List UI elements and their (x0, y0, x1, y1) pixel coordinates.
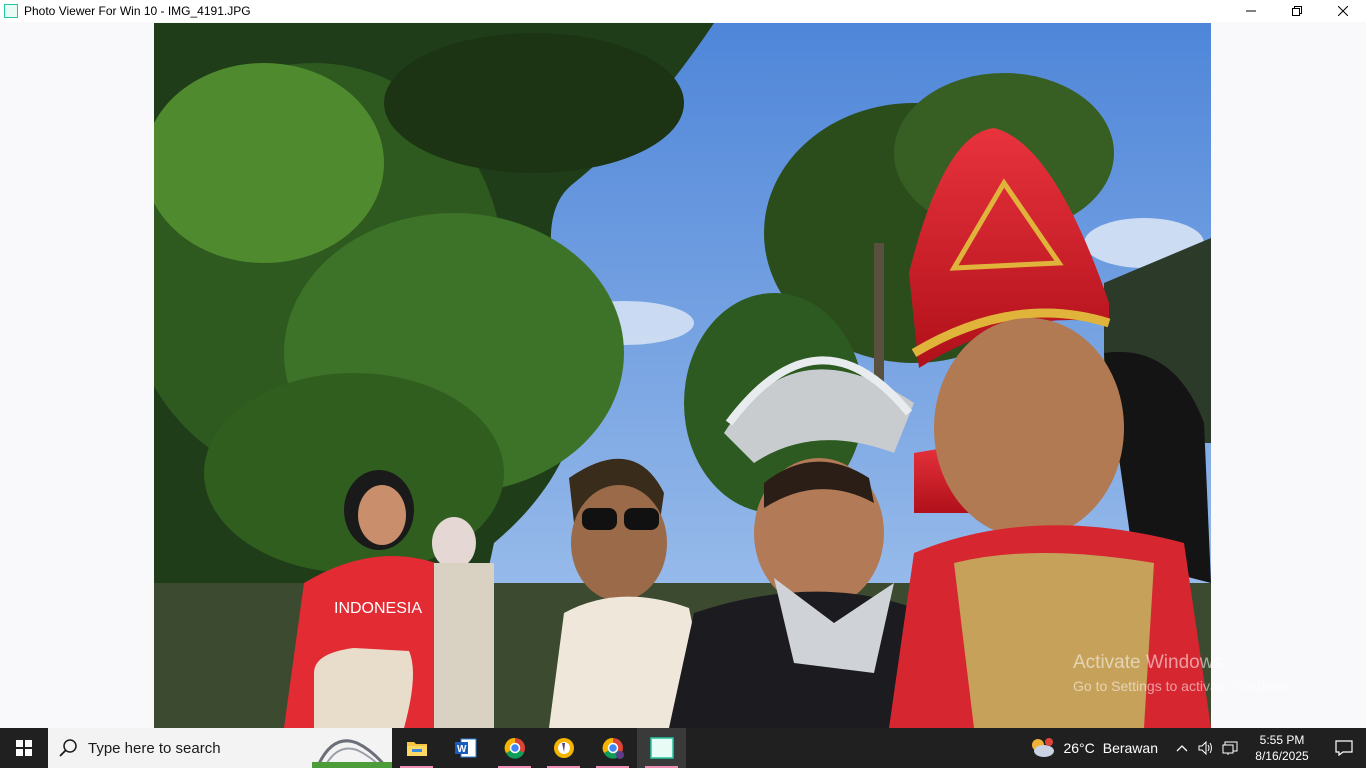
file-explorer-icon (406, 742, 427, 756)
photo-viewer-icon (649, 737, 674, 759)
windows-logo-icon (16, 740, 32, 756)
notification-icon (1335, 740, 1353, 756)
watermark-subtitle: Go to Settings to activate Windows. (1073, 678, 1294, 694)
search-icon (59, 739, 77, 757)
system-tray: 26°C Berawan 5:55 PM 8/16/2025 (1029, 728, 1366, 768)
taskbar-file-explorer[interactable] (392, 728, 441, 768)
title-bar: Photo Viewer For Win 10 - IMG_4191.JPG (0, 0, 1366, 22)
window-title: Photo Viewer For Win 10 - IMG_4191.JPG (24, 4, 251, 18)
volume-button[interactable] (1194, 728, 1218, 768)
chrome-profile2-icon (602, 737, 624, 759)
shirt-text: INDONESIA (334, 600, 422, 617)
svg-text:W: W (457, 744, 467, 755)
photo-viewer-app-icon (4, 4, 18, 18)
taskbar-chrome-profile[interactable] (539, 728, 588, 768)
network-icon (1222, 741, 1238, 755)
notification-center-button[interactable] (1322, 728, 1366, 768)
close-button[interactable] (1320, 0, 1366, 22)
speaker-icon (1198, 741, 1212, 755)
taskbar: Type here to search W 26°C Berawan 5:55 … (0, 728, 1366, 768)
weather-temp: 26°C (1063, 740, 1095, 756)
show-hidden-icons-button[interactable] (1170, 728, 1194, 768)
search-highlight-art-icon (312, 739, 392, 768)
minimize-icon (1246, 10, 1256, 12)
search-box[interactable]: Type here to search (48, 728, 392, 768)
weather-widget[interactable]: 26°C Berawan (1029, 737, 1158, 759)
close-icon (1338, 6, 1348, 16)
network-button[interactable] (1218, 728, 1242, 768)
weather-condition: Berawan (1102, 740, 1158, 756)
chrome-icon (504, 737, 525, 759)
chevron-up-icon (1176, 745, 1188, 752)
taskbar-chrome-profile-2[interactable] (588, 728, 637, 768)
clock-time: 5:55 PM (1259, 733, 1305, 747)
clock[interactable]: 5:55 PM 8/16/2025 (1242, 732, 1322, 764)
restore-button[interactable] (1274, 0, 1320, 22)
partly-cloudy-icon (1032, 738, 1055, 757)
restore-icon (1292, 6, 1302, 16)
minimize-button[interactable] (1228, 0, 1274, 22)
search-placeholder: Type here to search (88, 739, 221, 757)
photo[interactable]: INDONESIA (154, 23, 1211, 728)
taskbar-chrome[interactable] (490, 728, 539, 768)
activate-windows-watermark: Activate Windows Go to Settings to activ… (1073, 652, 1294, 694)
clock-date: 8/16/2025 (1255, 749, 1309, 763)
taskbar-word[interactable]: W (441, 728, 490, 768)
photo-image: INDONESIA (154, 23, 1211, 728)
chrome-profile-icon (553, 738, 574, 758)
taskbar-photo-viewer[interactable] (637, 728, 686, 768)
start-button[interactable] (0, 728, 48, 768)
image-viewport[interactable]: INDONESIA Activate Windows Go to Setting… (0, 22, 1366, 728)
watermark-title: Activate Windows (1073, 652, 1223, 673)
word-icon: W (454, 738, 476, 758)
window-controls (1228, 0, 1366, 22)
